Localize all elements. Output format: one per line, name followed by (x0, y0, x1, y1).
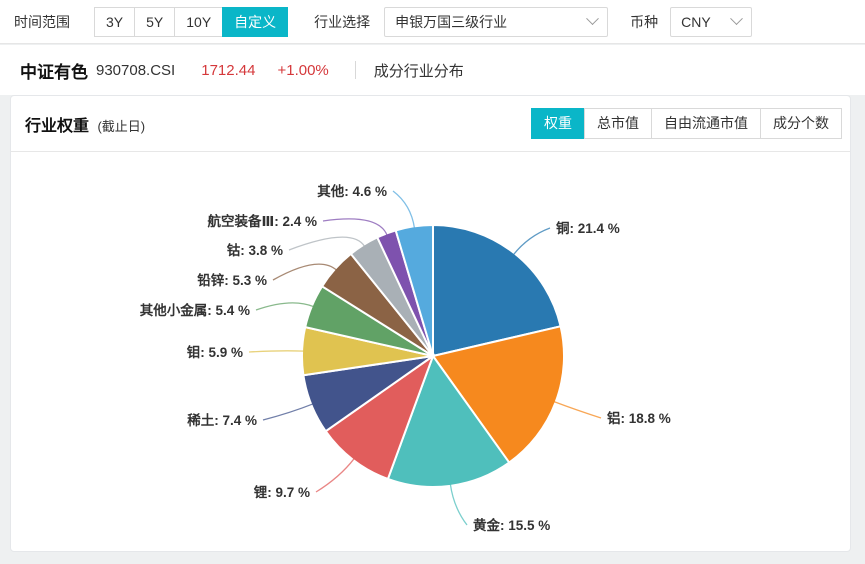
constituent-distribution-label: 成分行业分布 (374, 60, 464, 81)
pie-leader-line (316, 458, 354, 492)
pie-slice-label: 其他: 4.6 % (317, 183, 387, 199)
currency-label: 币种 (630, 12, 658, 32)
pie-slice-label: 其他小金属: 5.4 % (140, 302, 250, 318)
pie-leader-line (263, 404, 313, 420)
index-price: 1712.44 (201, 62, 255, 79)
panel-subtitle: (截止日) (97, 119, 145, 134)
pie-leader-line (554, 402, 601, 419)
industry-weight-panel: 行业权重 (截止日) 权重 总市值 自由流通市值 成分个数 铜: 21.4 % 铝… (10, 95, 851, 552)
pie-slice-label: 铝: 18.8 % (607, 410, 671, 426)
pie-leader-line (323, 219, 387, 236)
chevron-down-icon (730, 12, 743, 25)
page: 时间范围 3Y 5Y 10Y 自定义 行业选择 申银万国三级行业 币种 CNY … (0, 0, 865, 564)
index-name: 中证有色 (20, 58, 88, 83)
time-button-5y[interactable]: 5Y (134, 7, 175, 37)
pie-leader-line (513, 228, 550, 255)
index-header-row: 中证有色 930708.CSI 1712.44 +1.00% 成分行业分布 (0, 45, 865, 95)
chevron-down-icon (586, 12, 599, 25)
pie-leader-line (289, 237, 365, 250)
tab-free-float-market-value[interactable]: 自由流通市值 (651, 108, 761, 139)
metric-tabs: 权重 总市值 自由流通市值 成分个数 (531, 108, 842, 139)
pie-slice-label: 航空装备Ⅲ: 2.4 % (207, 213, 317, 229)
pie-slice-label: 锂: 9.7 % (254, 484, 310, 500)
index-code: 930708.CSI (96, 62, 175, 79)
pie-leader-line (249, 351, 304, 352)
pie-slice-label: 钼: 5.9 % (187, 344, 243, 360)
tab-total-market-value[interactable]: 总市值 (584, 108, 652, 139)
pie-slice-label: 铅锌: 5.3 % (197, 272, 267, 288)
pie-slice-label: 稀土: 7.4 % (187, 412, 257, 428)
pie-leader-line (256, 303, 314, 310)
tab-constituent-count[interactable]: 成分个数 (760, 108, 842, 139)
pie-slice-label: 钴: 3.8 % (227, 242, 283, 258)
time-range-label: 时间范围 (14, 12, 70, 32)
industry-select-label: 行业选择 (314, 12, 370, 32)
pie-slice-label: 铜: 21.4 % (556, 220, 620, 236)
tab-weight[interactable]: 权重 (531, 108, 585, 139)
top-toolbar: 时间范围 3Y 5Y 10Y 自定义 行业选择 申银万国三级行业 币种 CNY (0, 0, 865, 44)
panel-header: 行业权重 (截止日) 权重 总市值 自由流通市值 成分个数 (11, 96, 850, 152)
pie-leader-line (450, 484, 467, 525)
time-button-3y[interactable]: 3Y (94, 7, 135, 37)
industry-select-value: 申银万国三级行业 (395, 12, 507, 32)
panel-title: 行业权重 (25, 118, 89, 135)
pie-leader-line (393, 191, 415, 228)
index-change-percent: +1.00% (277, 62, 328, 79)
industry-select[interactable]: 申银万国三级行业 (384, 7, 608, 37)
vertical-divider (355, 61, 356, 79)
time-button-10y[interactable]: 10Y (174, 7, 223, 37)
time-range-segmented-control: 3Y 5Y 10Y 自定义 (94, 7, 288, 37)
currency-select-value: CNY (681, 14, 711, 30)
currency-select[interactable]: CNY (670, 7, 752, 37)
industry-pie-chart[interactable]: 铜: 21.4 % 铝: 18.8 % 黄金: 15.5 % 锂: 9.7 % 稀土: … (11, 152, 850, 550)
panel-title-group: 行业权重 (截止日) (25, 112, 145, 136)
pie-slice-label: 黄金: 15.5 % (473, 517, 550, 533)
time-button-custom[interactable]: 自定义 (222, 7, 288, 37)
